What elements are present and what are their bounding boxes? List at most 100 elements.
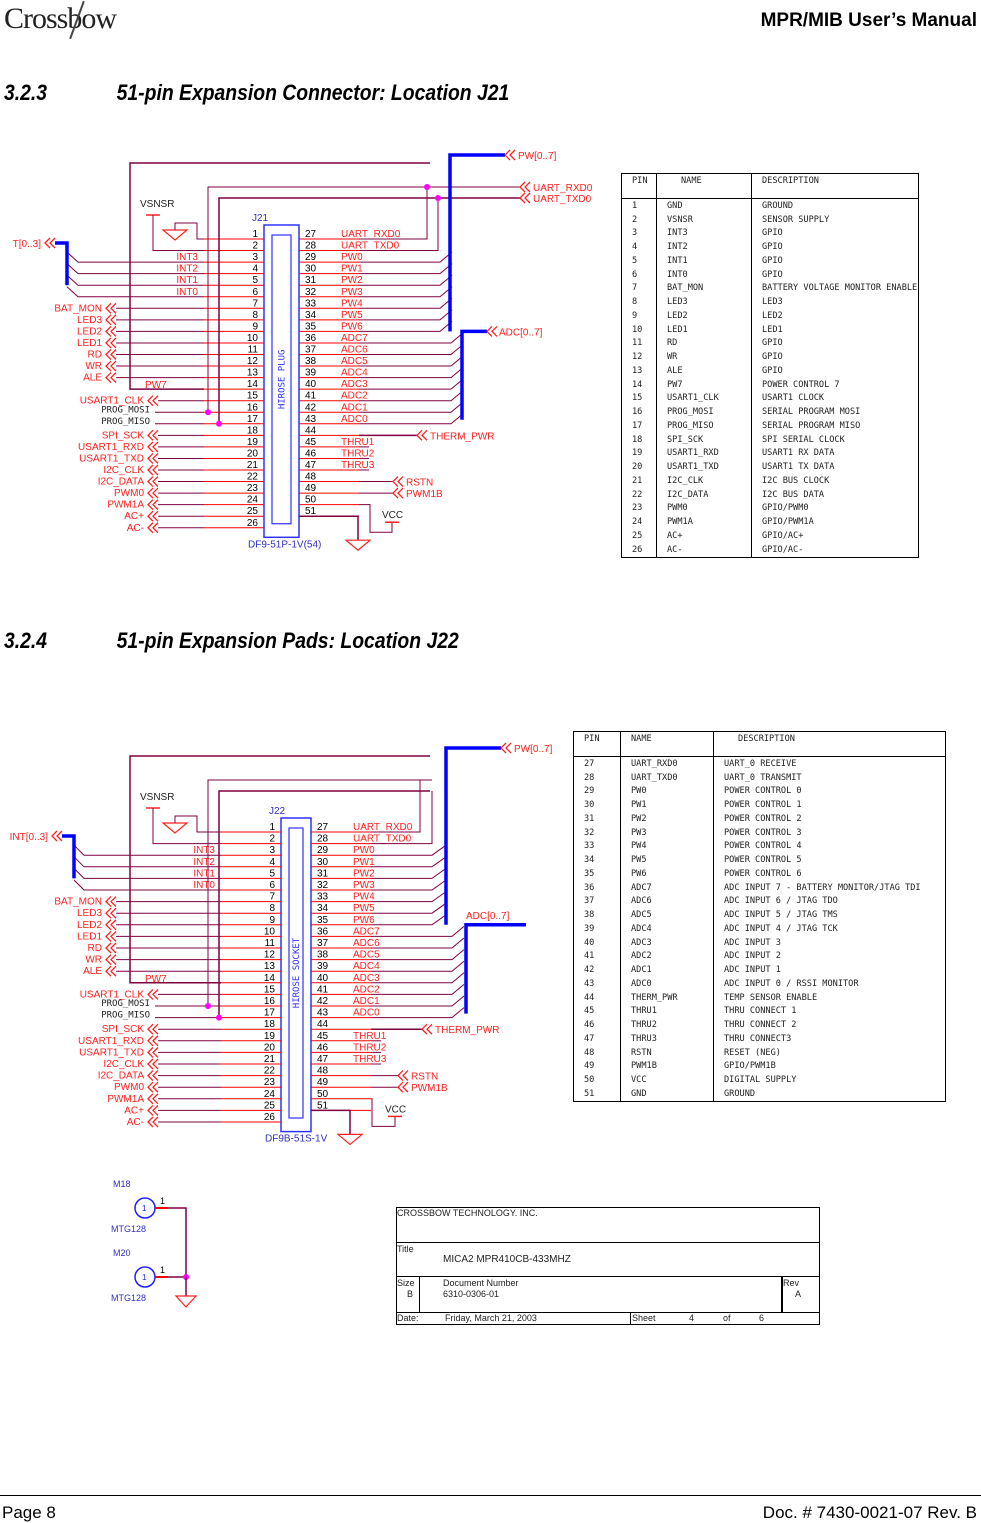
pin-cell: 36 xyxy=(573,880,621,895)
pin-cell: 20 xyxy=(621,460,657,474)
table-header-row: PIN NAME DESCRIPTION xyxy=(573,731,946,757)
name-cell: LED1 xyxy=(656,322,752,337)
section-number: 3.2.4 xyxy=(4,628,48,653)
ground-icon xyxy=(174,1295,198,1308)
name-cell: ADC3 xyxy=(620,935,714,950)
of-label: of xyxy=(723,1313,731,1323)
name-cell: PW6 xyxy=(620,867,714,881)
wire xyxy=(359,367,464,379)
connector-body-label: HIROSE SOCKET xyxy=(292,937,302,1008)
pin-number: 38 xyxy=(305,356,317,367)
offpage-connector-icon xyxy=(152,476,159,488)
table-row: 39 ADC4 ADC INPUT 4 / JTAG TCK xyxy=(573,922,946,936)
net-label: SPI_SCK xyxy=(102,430,145,441)
pin-number: 15 xyxy=(264,984,276,995)
rev-label: Rev xyxy=(783,1278,800,1288)
table-row: 45 THRU1 THRU CONNECT 1 xyxy=(573,1004,946,1019)
pin-number: 13 xyxy=(264,961,276,972)
table-row: 32 PW3 POWER CONTROL 3 xyxy=(573,825,946,840)
pin-number: 50 xyxy=(317,1089,329,1100)
offpage-connector-icon xyxy=(152,395,159,407)
net-label: INT1 xyxy=(176,275,198,286)
description-cell: UART_0 RECEIVE xyxy=(724,758,797,769)
net-label: ADC4 xyxy=(341,368,368,379)
pin-number: 47 xyxy=(317,1054,329,1065)
net-label: ALE xyxy=(83,373,102,384)
net-label: PWM1A xyxy=(107,500,144,511)
pin-cell: 40 xyxy=(573,935,621,950)
description-cell: GPIO xyxy=(762,255,783,266)
net-label: PW4 xyxy=(353,892,375,903)
wire xyxy=(359,332,464,344)
name-cell: PW5 xyxy=(620,853,714,867)
offpage-label: PWM1B xyxy=(411,1083,448,1094)
net-label: USART1_RXD xyxy=(78,442,144,453)
pin-cell: 1 xyxy=(621,198,657,213)
column-header-description: DESCRIPTION xyxy=(713,731,946,757)
table-header-row: PIN NAME DESCRIPTION xyxy=(621,173,919,199)
pin-table-j22: PIN NAME DESCRIPTION 27 UART_RXD0 UART_0 R… xyxy=(573,731,946,1102)
pin-cell: 11 xyxy=(621,336,657,351)
offpage-connector-icon xyxy=(110,325,117,337)
wire xyxy=(371,867,447,879)
net-label: I2C_CLK xyxy=(103,465,144,476)
adc-bus xyxy=(464,923,526,1014)
offpage-connector-icon xyxy=(110,360,117,372)
net-label: LED1 xyxy=(77,931,102,942)
table-row: 21 I2C_CLK I2C BUS CLOCK xyxy=(621,474,919,488)
offpage-connector-icon xyxy=(110,372,117,384)
offpage-connector-icon xyxy=(110,930,117,942)
name-cell: THRU1 xyxy=(620,1004,714,1019)
ground-icon xyxy=(161,822,189,834)
description-cell: GPIO xyxy=(762,338,783,349)
table-row: 44 THERM_PWR TEMP SENSOR ENABLE xyxy=(573,990,946,1005)
offpage-connector-icon xyxy=(421,429,428,441)
offpage-connector-icon xyxy=(110,896,117,908)
offpage-connector-icon xyxy=(426,1023,433,1035)
name-cell: THRU3 xyxy=(620,1032,714,1046)
table-row: 30 PW1 POWER CONTROL 1 xyxy=(573,798,946,812)
net-label: PW2 xyxy=(353,868,375,879)
net-label: WR xyxy=(85,955,102,966)
offpage-connector-icon xyxy=(152,1081,159,1093)
pin-number: 27 xyxy=(317,822,329,833)
wire xyxy=(359,344,464,355)
description-cell: GPIO xyxy=(762,242,783,253)
adc-bus xyxy=(460,329,487,420)
pin-number: 37 xyxy=(317,938,329,949)
net-label: PWM1A xyxy=(107,1094,144,1105)
pin-cell: 41 xyxy=(573,949,621,964)
description-cell: TEMP SENSOR ENABLE xyxy=(724,992,818,1003)
table-row: 42 ADC1 ADC INPUT 1 xyxy=(573,963,946,977)
net-label: PW7 xyxy=(145,380,167,391)
pin-number: 16 xyxy=(247,402,259,413)
mount-hole-num: 1 xyxy=(142,1204,147,1213)
net-label: ADC1 xyxy=(353,996,380,1007)
pin-number: 27 xyxy=(305,229,317,240)
pin-cell: 30 xyxy=(573,798,621,812)
net-label: PW6 xyxy=(341,321,363,332)
offpage-label: THERM_PWR xyxy=(430,431,494,442)
net-label: UART_RXD0 xyxy=(341,229,401,240)
pin-number: 34 xyxy=(317,903,329,914)
name-cell: I2C_DATA xyxy=(656,487,752,502)
table-row: 4 INT2 GPIO xyxy=(621,240,919,254)
pin-number: 49 xyxy=(317,1077,329,1088)
pin-cell: 50 xyxy=(573,1073,621,1087)
name-cell: VSNSR xyxy=(656,212,752,227)
mount-pin-num: 1 xyxy=(160,1196,165,1206)
net-label: PWM0 xyxy=(114,488,144,499)
pin-number: 36 xyxy=(317,926,329,937)
pin-number: 22 xyxy=(247,472,259,483)
table-row: 7 BAT_MON BATTERY VOLTAGE MONITOR ENABLE xyxy=(621,281,919,296)
pin-number: 15 xyxy=(247,391,259,402)
wire xyxy=(359,274,453,286)
pin-number: 2 xyxy=(252,241,258,252)
connector-part: DF9B-51S-1V xyxy=(265,1134,328,1145)
pin-number: 28 xyxy=(317,834,329,845)
net-label: UART_TXD0 xyxy=(341,241,400,252)
pin-number: 12 xyxy=(247,356,259,367)
pin-number: 1 xyxy=(269,822,275,833)
pin-number: 46 xyxy=(317,1042,329,1053)
offpage-connector-icon xyxy=(110,314,117,326)
